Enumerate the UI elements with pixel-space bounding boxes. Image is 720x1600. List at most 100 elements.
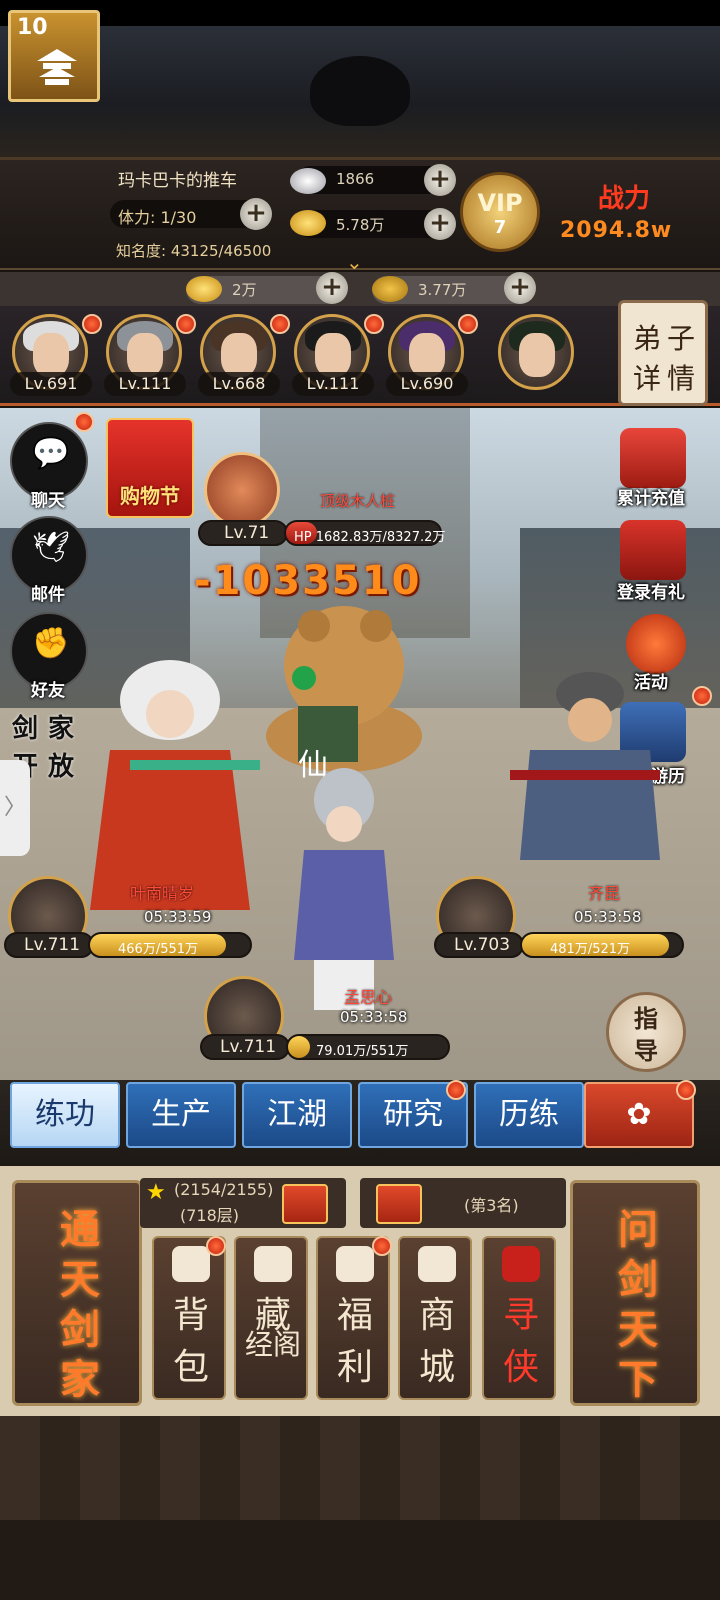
bell-icon xyxy=(372,276,408,302)
enemy-name: 顶级木人桩 xyxy=(320,492,396,510)
peach-icon xyxy=(172,1246,210,1282)
player-name: 玛卡巴卡的推车 xyxy=(118,171,237,191)
add-silver-button[interactable]: + xyxy=(424,164,456,196)
hero-hp-bar: 481万/521万 xyxy=(520,932,684,958)
disciple-face xyxy=(519,333,555,377)
disciple-avatar[interactable] xyxy=(498,314,574,390)
power-value: 2094.8w xyxy=(560,218,673,243)
disciple-notification-dot xyxy=(176,314,196,334)
add-gold-button[interactable]: + xyxy=(424,208,456,240)
button-char-2: 包 xyxy=(172,1347,209,1388)
recharge-icon[interactable] xyxy=(620,428,686,488)
star-icon: ★ xyxy=(146,1180,166,1205)
rank-gift-icon[interactable] xyxy=(376,1184,422,1224)
hero-hp-bar: 79.01万/551万 xyxy=(286,1034,450,1060)
tower-gift-icon[interactable] xyxy=(282,1184,328,1224)
tab-0[interactable]: 练功 xyxy=(10,1082,120,1148)
hero-hp-text: 79.01万/551万 xyxy=(316,1044,409,1059)
add-stamina-button[interactable]: + xyxy=(240,198,272,230)
coin-icon xyxy=(336,1246,374,1282)
scripture-pavilion-button[interactable]: 藏经阁 xyxy=(234,1236,308,1400)
tongtian-jianjia-button[interactable]: 通 天 剑 家 xyxy=(12,1180,142,1406)
tab-notification-dot xyxy=(446,1080,466,1100)
shop-icon xyxy=(418,1246,456,1282)
tab-4[interactable]: 历练 xyxy=(474,1082,584,1148)
login-gift-icon[interactable] xyxy=(620,520,686,580)
disciple-notification-dot xyxy=(82,314,102,334)
disciple-level: Lv.111 xyxy=(292,372,374,396)
button-char-2: 城 xyxy=(418,1347,455,1388)
tower-floor: (718层) xyxy=(180,1206,240,1225)
hero-hp-bar: 466万/551万 xyxy=(88,932,252,958)
detail-char-1: 弟 xyxy=(633,322,662,355)
tongtian-char-4: 家 xyxy=(60,1356,100,1403)
disciple-face xyxy=(221,333,257,377)
tab-2[interactable]: 江湖 xyxy=(242,1082,352,1148)
tab-notification-dot xyxy=(676,1080,696,1100)
wenjian-tianxia-button[interactable]: 问 剑 天 下 xyxy=(570,1180,700,1406)
guide-button[interactable]: 指 导 xyxy=(606,992,686,1072)
detail-char-3: 详 xyxy=(633,362,662,395)
disciple-face xyxy=(127,333,163,377)
player-level: 10 xyxy=(17,15,48,40)
dove-icon: 🕊 xyxy=(31,530,71,565)
silver-icon xyxy=(290,168,326,194)
hero-figure-red[interactable] xyxy=(70,640,270,920)
enemy-level: Lv.71 xyxy=(224,523,270,543)
detail-char-4: 情 xyxy=(667,362,696,395)
tab-1[interactable]: 生产 xyxy=(126,1082,236,1148)
login-gift-label: 登录有礼 xyxy=(617,583,685,603)
button-char-1: 寻 xyxy=(502,1295,539,1336)
hero-level: Lv.703 xyxy=(454,935,511,955)
disciple-level: Lv.668 xyxy=(198,372,280,396)
hero-figure-blue[interactable] xyxy=(284,760,404,1020)
disciple-face xyxy=(33,333,69,377)
recharge-label: 累计充值 xyxy=(617,489,685,509)
toad-boss-figure[interactable] xyxy=(264,586,424,776)
vip-label: VIP xyxy=(477,189,523,217)
welfare-button[interactable]: 福利 xyxy=(316,1236,390,1400)
button-char-1: 商 xyxy=(418,1295,455,1336)
button-char-1: 福 xyxy=(336,1295,373,1336)
expand-side-tab[interactable]: 〉 xyxy=(0,760,30,856)
add-bell-button[interactable]: + xyxy=(504,272,536,304)
roof-ornament xyxy=(310,56,410,126)
chat-icon: 💬 xyxy=(32,436,70,471)
vip-level: 7 xyxy=(493,217,507,238)
vip-badge[interactable]: VIP 7 xyxy=(460,172,540,252)
silver-value: 1866 xyxy=(336,170,375,188)
hero-level: Lv.711 xyxy=(220,1037,277,1057)
disciple-notification-dot xyxy=(458,314,478,334)
player-level-badge[interactable]: 10 xyxy=(8,10,100,102)
disciple-face xyxy=(409,333,445,377)
hero-name: 齐昆 xyxy=(588,884,621,903)
ingot-value: 2万 xyxy=(232,281,257,299)
shop-festival-label: 购物节 xyxy=(120,484,180,508)
add-ingot-button[interactable]: + xyxy=(316,272,348,304)
hero-figure-soldier[interactable] xyxy=(490,660,680,910)
shop-button[interactable]: 商城 xyxy=(398,1236,472,1400)
hero-level-tag: Lv.711 xyxy=(200,1034,290,1060)
disciple-detail-button[interactable]: 弟 子 详 情 xyxy=(618,300,708,406)
disciple-notification-dot xyxy=(364,314,384,334)
hero-timer: 05:33:58 xyxy=(340,1008,408,1026)
enemy-avatar[interactable] xyxy=(204,452,280,528)
disciple-level: Lv.111 xyxy=(104,372,186,396)
chat-label: 聊天 xyxy=(31,491,65,511)
enemy-level-tag: Lv.71 xyxy=(198,520,288,546)
gold-icon xyxy=(290,210,326,236)
bell-value: 3.77万 xyxy=(418,281,467,299)
bottom-floor xyxy=(0,1520,720,1600)
backpack-button[interactable]: 背包 xyxy=(152,1236,226,1400)
hero-level-tag: Lv.711 xyxy=(4,932,94,958)
hero-level: Lv.711 xyxy=(24,935,81,955)
gold-value: 5.78万 xyxy=(336,216,385,234)
seal-icon xyxy=(502,1246,540,1282)
chevron-down-icon[interactable]: ⌄ xyxy=(346,250,363,274)
wenjian-char-4: 下 xyxy=(618,1356,658,1403)
button-char-2: 经阁 xyxy=(244,1328,301,1361)
hero-search-button[interactable]: 寻侠 xyxy=(482,1236,556,1400)
guide-char-2: 导 xyxy=(634,1036,658,1065)
hero-timer: 05:33:58 xyxy=(574,908,642,926)
power-label: 战力 xyxy=(598,184,651,214)
